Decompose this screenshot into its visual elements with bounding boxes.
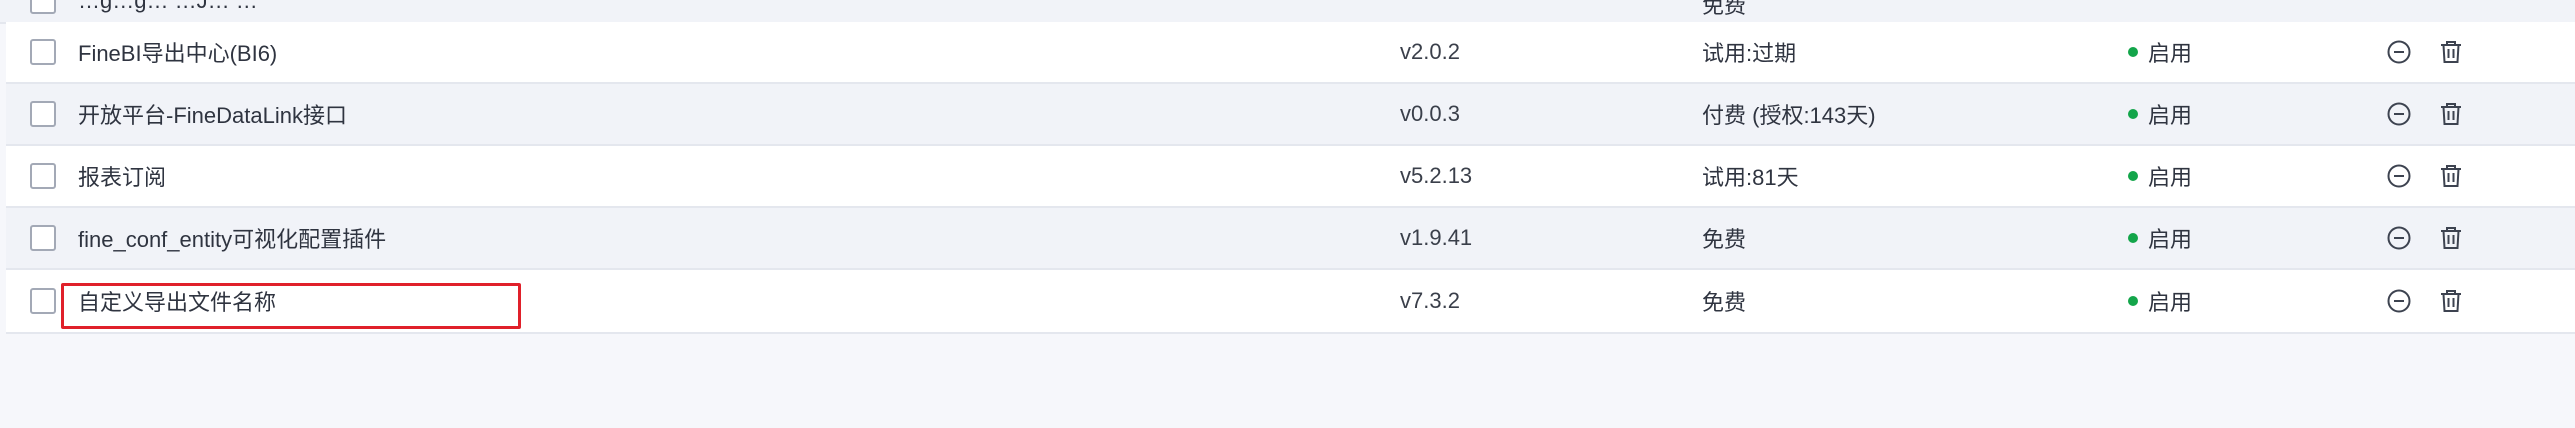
trash-icon (2441, 41, 2461, 63)
disable-button[interactable] (2384, 99, 2414, 129)
plugin-license: 试用:过期 (1702, 41, 1797, 66)
table-row: fine_conf_entity可视化配置插件 v1.9.41 免费 启用 (6, 208, 2575, 270)
row-actions (2384, 22, 2488, 82)
table-row: 开放平台-FineDataLink接口 v0.0.3 付费 (授权:143天) … (6, 84, 2575, 146)
plugin-status-label: 启用 (2148, 165, 2193, 190)
disable-button[interactable] (2384, 161, 2414, 191)
plugin-status-label: 启用 (2148, 227, 2193, 252)
plugin-version: v7.3.2 (1400, 288, 1460, 313)
plugin-name: 开放平台-FineDataLink接口 (78, 103, 347, 128)
plugin-status: 启用 (2128, 208, 2192, 268)
row-actions (2384, 270, 2488, 332)
plugin-license: 付费 (授权:143天) (1702, 103, 1876, 128)
row-checkbox[interactable] (30, 288, 56, 314)
row-checkbox[interactable] (30, 0, 56, 14)
disable-button[interactable] (2384, 286, 2414, 316)
plugin-version: v1.9.41 (1400, 225, 1473, 250)
plugin-status-label: 启用 (2148, 41, 2193, 66)
table-row: FineBI导出中心(BI6) v2.0.2 试用:过期 启用 (6, 22, 2575, 84)
trash-icon (2441, 227, 2461, 249)
minus-circle-icon (2387, 226, 2411, 250)
disable-button[interactable] (2384, 37, 2414, 67)
delete-button[interactable] (2436, 161, 2466, 191)
plugin-name: 报表订阅 (78, 165, 167, 190)
delete-button[interactable] (2436, 99, 2466, 129)
plugin-version: v2.0.2 (1400, 39, 1460, 64)
delete-button[interactable] (2436, 223, 2466, 253)
row-actions (2384, 208, 2488, 268)
plugin-license: 免费 (1702, 0, 1747, 18)
row-checkbox[interactable] (30, 163, 56, 189)
status-dot-icon (2128, 109, 2138, 119)
plugin-name: FineBI导出中心(BI6) (78, 41, 278, 66)
plugin-license: 免费 (1702, 227, 1747, 252)
table-row: 自定义导出文件名称 v7.3.2 免费 启用 (6, 270, 2575, 334)
trash-icon (2441, 290, 2461, 312)
plugin-name: fine_conf_entity可视化配置插件 (78, 227, 387, 252)
plugin-status: 启用 (2128, 84, 2192, 144)
table-row: 报表订阅 v5.2.13 试用:81天 启用 (6, 146, 2575, 208)
row-checkbox[interactable] (30, 39, 56, 65)
plugin-version: v5.2.13 (1400, 163, 1473, 188)
plugin-name: 自定义导出文件名称 (78, 290, 277, 315)
plugin-status: 启用 (2128, 22, 2192, 82)
plugin-name: …g…g… …J… … (78, 0, 258, 13)
row-actions (2384, 84, 2488, 144)
plugin-status-label: 启用 (2148, 103, 2193, 128)
disable-button[interactable] (2384, 223, 2414, 253)
status-dot-icon (2128, 233, 2138, 243)
delete-button[interactable] (2436, 286, 2466, 316)
minus-circle-icon (2387, 102, 2411, 126)
plugin-license: 免费 (1702, 290, 1747, 315)
delete-button[interactable] (2436, 37, 2466, 67)
previous-row-partial: …g…g… …J… … 免费 (0, 0, 2575, 24)
plugin-license: 试用:81天 (1702, 165, 1799, 190)
minus-circle-icon (2387, 289, 2411, 313)
plugin-status: 启用 (2128, 146, 2192, 206)
plugin-version: v0.0.3 (1400, 101, 1460, 126)
trash-icon (2441, 103, 2461, 125)
plugin-status-label: 启用 (2148, 290, 2193, 315)
status-dot-icon (2128, 171, 2138, 181)
trash-icon (2441, 165, 2461, 187)
row-checkbox[interactable] (30, 101, 56, 127)
row-actions (2384, 146, 2488, 206)
status-dot-icon (2128, 296, 2138, 306)
status-dot-icon (2128, 47, 2138, 57)
minus-circle-icon (2387, 40, 2411, 64)
plugin-status: 启用 (2128, 270, 2192, 332)
row-checkbox[interactable] (30, 225, 56, 251)
minus-circle-icon (2387, 164, 2411, 188)
